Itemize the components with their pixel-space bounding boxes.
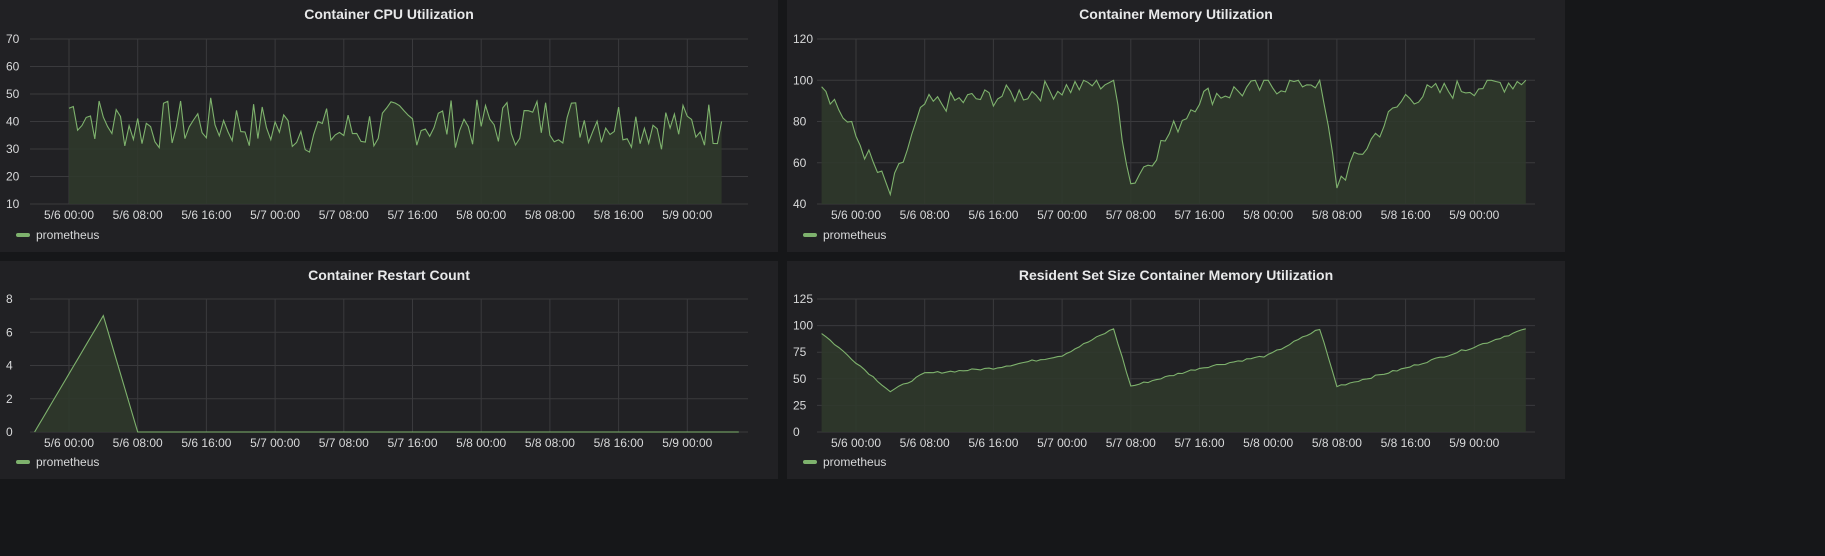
x-tick-label: 5/8 16:00 (1381, 208, 1431, 222)
x-tick-label: 5/7 00:00 (250, 436, 300, 450)
y-tick-label: 0 (793, 425, 800, 439)
x-tick-label: 5/8 00:00 (1243, 208, 1293, 222)
x-tick-label: 5/7 00:00 (250, 208, 300, 222)
legend-swatch (16, 233, 30, 237)
x-tick-label: 5/8 00:00 (1243, 436, 1293, 450)
x-tick-label: 5/7 16:00 (1174, 436, 1224, 450)
y-tick-label: 70 (6, 32, 20, 46)
legend[interactable]: prometheus (16, 455, 99, 469)
memory-panel[interactable]: Container Memory Utilization 40 60 80 100 12… (787, 0, 1565, 252)
x-tick-label: 5/7 08:00 (319, 436, 369, 450)
legend[interactable]: prometheus (803, 455, 886, 469)
series-area-prometheus (821, 328, 1526, 432)
x-tick-label: 5/7 08:00 (319, 208, 369, 222)
x-tick-label: 5/7 00:00 (1037, 436, 1087, 450)
series-area-prometheus (34, 315, 739, 432)
x-tick-label: 5/8 08:00 (525, 436, 575, 450)
y-tick-label: 40 (6, 115, 20, 129)
series-area-prometheus (69, 97, 722, 204)
x-tick-label: 5/6 00:00 (831, 208, 881, 222)
x-tick-label: 5/8 08:00 (525, 208, 575, 222)
y-tick-label: 10 (6, 197, 20, 211)
x-tick-label: 5/8 16:00 (594, 208, 644, 222)
y-tick-label: 25 (793, 398, 807, 412)
x-tick-label: 5/8 08:00 (1312, 208, 1362, 222)
x-tick-label: 5/6 00:00 (44, 208, 94, 222)
y-tick-label: 100 (793, 73, 813, 87)
x-tick-label: 5/6 00:00 (44, 436, 94, 450)
x-tick-label: 5/6 08:00 (113, 436, 163, 450)
x-tick-label: 5/6 16:00 (968, 208, 1018, 222)
x-tick-label: 5/6 00:00 (831, 436, 881, 450)
y-tick-label: 60 (6, 60, 20, 74)
y-tick-label: 100 (793, 319, 813, 333)
legend-label[interactable]: prometheus (36, 228, 99, 242)
x-tick-label: 5/6 16:00 (968, 436, 1018, 450)
y-tick-label: 50 (793, 372, 807, 386)
x-tick-label: 5/8 00:00 (456, 436, 506, 450)
y-tick-label: 60 (793, 156, 807, 170)
y-tick-label: 20 (6, 170, 20, 184)
legend-swatch (803, 460, 817, 464)
x-tick-label: 5/6 16:00 (181, 208, 231, 222)
x-tick-label: 5/7 08:00 (1106, 208, 1156, 222)
legend[interactable]: prometheus (803, 228, 886, 242)
x-tick-label: 5/9 00:00 (662, 208, 712, 222)
x-tick-label: 5/7 16:00 (387, 208, 437, 222)
y-tick-label: 80 (793, 115, 807, 129)
rss-chart[interactable]: 0 25 50 75 100 125 5/6 00:00 5/6 08:00 5/6 16:00… (787, 261, 1565, 479)
x-tick-label: 5/8 00:00 (456, 208, 506, 222)
x-tick-label: 5/6 08:00 (113, 208, 163, 222)
legend-label[interactable]: prometheus (823, 455, 886, 469)
x-tick-label: 5/8 16:00 (1381, 436, 1431, 450)
x-tick-label: 5/9 00:00 (662, 436, 712, 450)
x-tick-label: 5/9 00:00 (1449, 208, 1499, 222)
legend-label[interactable]: prometheus (823, 228, 886, 242)
y-tick-label: 8 (6, 292, 13, 306)
y-tick-label: 50 (6, 87, 20, 101)
x-tick-label: 5/7 08:00 (1106, 436, 1156, 450)
legend[interactable]: prometheus (16, 228, 99, 242)
y-tick-label: 6 (6, 325, 13, 339)
x-tick-label: 5/9 00:00 (1449, 436, 1499, 450)
x-tick-label: 5/7 16:00 (387, 436, 437, 450)
x-tick-label: 5/8 08:00 (1312, 436, 1362, 450)
cpu-chart[interactable]: 10 20 30 40 50 60 70 5/6 00:00 5/6 08:00 5/6 16:0… (0, 0, 778, 252)
rss-panel[interactable]: Resident Set Size Container Memory Utili… (787, 261, 1565, 479)
series-line-prometheus (34, 314, 739, 433)
legend-swatch (16, 460, 30, 464)
legend-label[interactable]: prometheus (36, 455, 99, 469)
memory-chart[interactable]: 40 60 80 100 120 5/6 00:00 5/6 08:00 5/6 16:00 5… (787, 0, 1565, 252)
cpu-panel[interactable]: Container CPU Utilization 10 20 30 40 50 60 70… (0, 0, 778, 252)
x-tick-label: 5/6 16:00 (181, 436, 231, 450)
y-tick-label: 2 (6, 392, 13, 406)
y-tick-label: 40 (793, 197, 807, 211)
x-tick-label: 5/6 08:00 (900, 436, 950, 450)
restart-chart[interactable]: 0 2 4 6 8 5/6 00:00 5/6 08:00 5/6 16:00 5/7 00:0… (0, 261, 778, 479)
x-tick-label: 5/8 16:00 (594, 436, 644, 450)
y-tick-label: 75 (793, 345, 807, 359)
x-tick-label: 5/6 08:00 (900, 208, 950, 222)
y-tick-label: 125 (793, 292, 813, 306)
y-tick-label: 120 (793, 32, 813, 46)
y-tick-label: 0 (6, 425, 13, 439)
y-tick-label: 30 (6, 142, 20, 156)
restart-panel[interactable]: Container Restart Count 0 2 4 6 8 5/6 00:00 5/… (0, 261, 778, 479)
x-tick-label: 5/7 00:00 (1037, 208, 1087, 222)
y-tick-label: 4 (6, 359, 13, 373)
legend-swatch (803, 233, 817, 237)
x-tick-label: 5/7 16:00 (1174, 208, 1224, 222)
